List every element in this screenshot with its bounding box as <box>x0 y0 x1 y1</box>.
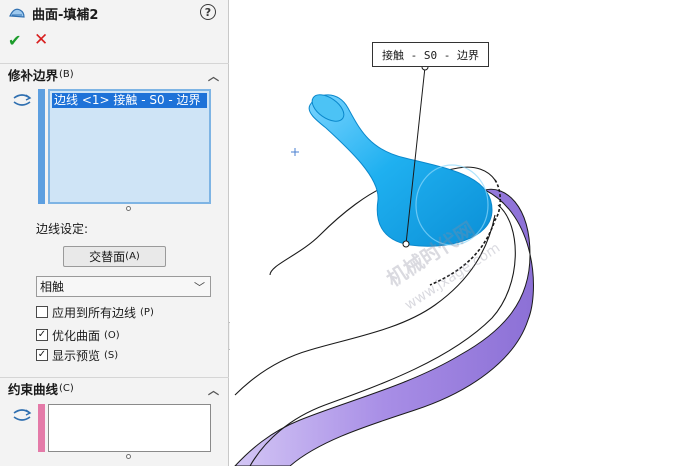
show-preview-label: 显示预览 <box>52 348 101 363</box>
origin-marker <box>291 148 299 156</box>
optimize-surface-checkbox[interactable]: ✓ 优化曲面 (O) <box>36 327 120 343</box>
alternate-face-label: 交替面 <box>89 250 126 264</box>
patch-boundary-hint: (B) <box>59 69 74 80</box>
patch-boundary-heading: 修补边界 <box>8 68 59 83</box>
curve-selection-icon <box>13 409 32 421</box>
apply-all-edges-label: 应用到所有边线 <box>52 305 137 320</box>
constraint-curves-list[interactable] <box>48 404 211 452</box>
boundary-list-item[interactable]: 边线 <1> 接触 - S0 - 边界 <box>52 93 207 108</box>
constraint-curves-hint: (C) <box>59 383 74 394</box>
chevron-down-icon: ﹀ <box>194 281 205 294</box>
help-icon[interactable]: ? <box>200 4 216 20</box>
show-preview-checkbox[interactable]: ✓ 显示预览 (S) <box>36 347 118 363</box>
ok-button[interactable]: ✔ <box>8 31 21 50</box>
edge-callout-label[interactable]: 接触 - S0 - 边界 <box>372 42 489 67</box>
cancel-button[interactable]: ✕ <box>34 30 48 50</box>
list-resize-handle[interactable] <box>126 206 131 211</box>
chevron-up-icon[interactable]: ︿ <box>208 68 219 84</box>
edge-selection-icon <box>13 94 32 106</box>
optimize-surface-hint: (O) <box>104 329 120 341</box>
apply-all-edges-box[interactable] <box>36 306 48 318</box>
constraint-color-bar <box>38 404 45 452</box>
pick-point <box>402 240 410 248</box>
selection-color-bar <box>38 89 45 204</box>
chevron-up-icon[interactable]: ︿ <box>208 382 219 398</box>
show-preview-hint: (S) <box>104 349 119 361</box>
edge-condition-dropdown[interactable]: 相触 ﹀ <box>36 276 211 297</box>
feature-title: 曲面-填補2 <box>32 7 99 23</box>
graphics-viewport[interactable]: 接触 - S0 - 边界 机械时代网 www.jxage.com <box>230 0 700 466</box>
edge-condition-value: 相触 <box>40 280 65 294</box>
constraint-curves-section-header[interactable]: 约束曲线 (C) ︿ <box>0 377 229 399</box>
property-manager-panel: 曲面-填補2 ? ✔ ✕ 修补边界 (B) ︿ 边线 <1> 接触 - S0 -… <box>0 0 229 466</box>
constraint-curves-heading: 约束曲线 <box>8 382 59 397</box>
optimize-surface-label: 优化曲面 <box>52 328 101 343</box>
list-resize-handle[interactable] <box>126 454 131 459</box>
alternate-face-button[interactable]: 交替面 (A) <box>63 246 166 267</box>
edge-settings-label: 边线设定: <box>36 222 89 236</box>
checkmark-icon[interactable]: ✓ <box>36 329 48 341</box>
checkmark-icon[interactable]: ✓ <box>36 349 48 361</box>
apply-all-edges-checkbox[interactable]: 应用到所有边线 (P) <box>36 304 154 320</box>
apply-all-edges-hint: (P) <box>140 306 154 318</box>
patch-boundary-section-header[interactable]: 修补边界 (B) ︿ <box>0 63 229 85</box>
alternate-face-hint: (A) <box>125 251 140 262</box>
fill-surface-icon <box>9 8 25 18</box>
patch-boundary-list[interactable]: 边线 <1> 接触 - S0 - 边界 <box>48 89 211 204</box>
feature-title-row: 曲面-填補2 <box>8 4 99 23</box>
